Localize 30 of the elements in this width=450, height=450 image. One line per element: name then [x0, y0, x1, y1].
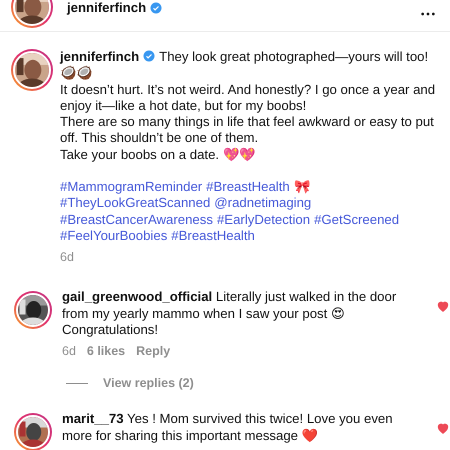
hashtag-link[interactable]: #EarlyDetection [216, 212, 310, 227]
hashtag-link[interactable]: #BreastHealth [171, 228, 255, 243]
caption-text: There are so many things in life that feel awkward or easy to put off. This shouldn’t be one of them. [60, 114, 435, 147]
timestamp: 6d [60, 250, 74, 264]
hashtag-link[interactable]: @radnetimaging [214, 195, 312, 210]
hashtag-link[interactable]: #MammogramReminder [60, 179, 202, 194]
caption-text: Take your boobs on a date. 💖💖 [60, 146, 256, 164]
hashtag-link[interactable]: #BreastCancerAwareness [60, 212, 213, 227]
avatar-ring[interactable] [14, 413, 52, 450]
like-icon[interactable] [436, 299, 450, 314]
avatar-ring[interactable] [14, 291, 52, 330]
username-link[interactable]: jenniferfinch [60, 49, 140, 64]
emoji-text: 🎀 [294, 179, 310, 194]
like-icon[interactable] [436, 421, 450, 436]
reply-link[interactable]: Reply [136, 344, 170, 358]
likes-count[interactable]: 6 likes [86, 344, 126, 358]
hashtag-link[interactable]: #BreastHealth [206, 179, 290, 194]
comment-text: gail_greenwood_official Literally just walked in the door from my yearly mammo when I saw your post 😍 Congratulations! [62, 289, 398, 338]
timestamp: 6d [62, 344, 76, 358]
hashtag-link[interactable]: #TheyLookGreatScanned [60, 195, 210, 210]
comment-text: jenniferfinch They look great photographed—yours will too! 🥥🥥 [60, 49, 430, 82]
avatar-ring[interactable] [11, 49, 53, 91]
comment-text: marit__73 Yes ! Mom survived this twice! Love you even more for sharing this important message ❤ [62, 411, 394, 444]
username-link[interactable]: marit__73 [62, 411, 124, 426]
view-replies-link[interactable]: View replies (2) [103, 375, 194, 392]
hashtag-link[interactable]: #GetScreened [314, 212, 400, 227]
caption-text: It doesn’t hurt. It’s not weird. And honestly? I go once a year and enjoy it—like a hot date, but for my boobs! [60, 82, 436, 114]
hashtag-link[interactable]: #FeelYourBoobies [60, 228, 168, 243]
username-link[interactable]: gail_greenwood_official [62, 289, 212, 304]
username-link[interactable]: jenniferfinch [67, 0, 146, 14]
